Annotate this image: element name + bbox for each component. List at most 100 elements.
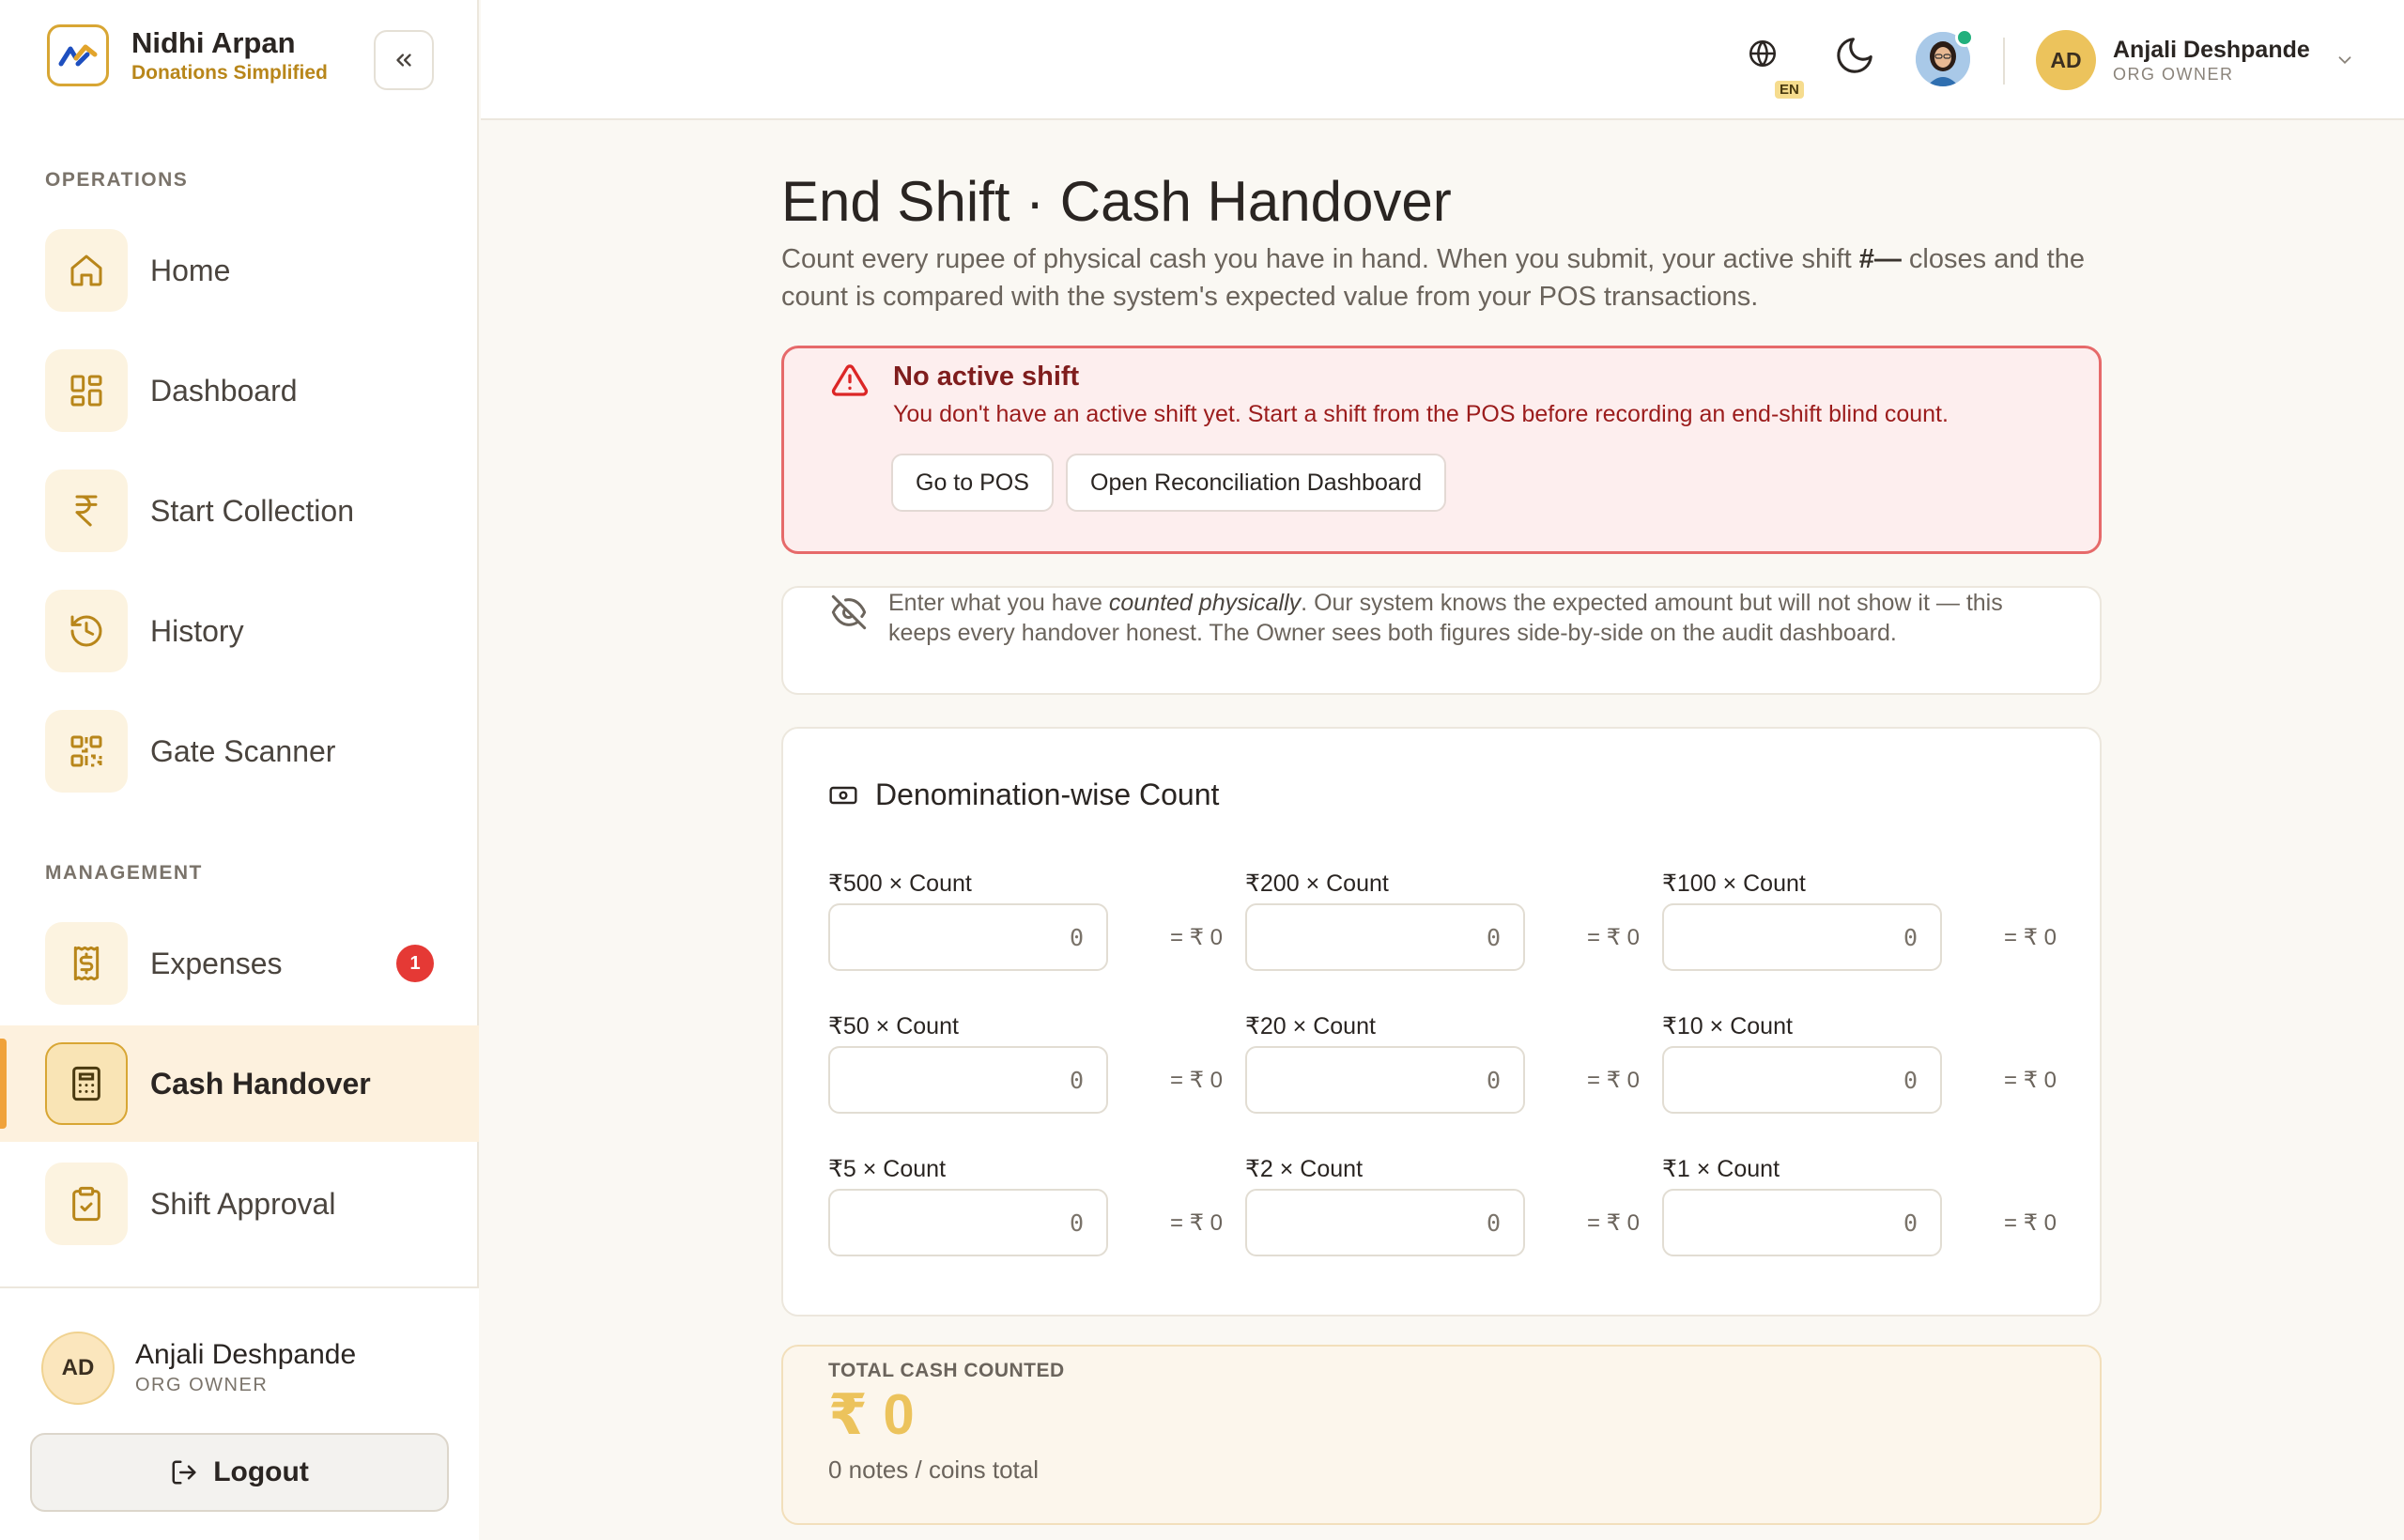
clipboard-check-icon <box>72 1186 100 1222</box>
no-active-shift-alert: No active shift You don't have an active… <box>781 346 2102 554</box>
count-input-5[interactable] <box>828 1189 1108 1256</box>
logout-label: Logout <box>213 1456 309 1487</box>
globe-icon <box>1749 39 1777 68</box>
denomination-50: ₹50 × Count = ₹ 0 <box>828 1012 1223 1125</box>
sidebar-item-gate-scanner[interactable]: Gate Scanner <box>0 693 479 809</box>
count-input-50[interactable] <box>828 1046 1108 1114</box>
brand-name: Nidhi Arpan <box>131 26 296 59</box>
footer-user[interactable]: AD Anjali Deshpande ORG OWNER <box>41 1332 356 1405</box>
note-emphasis: counted physically <box>1108 590 1302 616</box>
calculator-icon <box>72 1066 100 1101</box>
denomination-subtotal: = ₹ 0 <box>1587 925 1640 950</box>
denomination-20: ₹20 × Count = ₹ 0 <box>1245 1012 1640 1125</box>
dashboard-icon <box>70 375 102 407</box>
denomination-card: Denomination-wise Count ₹500 × Count = ₹… <box>781 727 2102 1317</box>
topbar-divider <box>2003 38 2005 85</box>
shift-number: #— <box>1858 244 1902 274</box>
total-value: ₹ 0 <box>828 1383 915 1446</box>
go-to-pos-button[interactable]: Go to POS <box>891 454 1054 512</box>
page-title: End Shift · Cash Handover <box>781 170 1452 233</box>
denomination-subtotal: = ₹ 0 <box>1170 1068 1223 1093</box>
denomination-subtotal: = ₹ 0 <box>2004 1068 2057 1093</box>
sidebar-item-label: History <box>150 613 244 648</box>
language-button[interactable] <box>1747 38 1779 69</box>
user-menu[interactable]: AD Anjali Deshpande ORG OWNER <box>2036 30 2355 90</box>
denomination-label: ₹100 × Count <box>1662 870 1806 897</box>
denomination-label: ₹20 × Count <box>1245 1013 1376 1040</box>
sidebar-item-home[interactable]: Home <box>0 212 479 329</box>
footer-user-name: Anjali Deshpande <box>135 1339 357 1370</box>
section-label-management: MANAGEMENT <box>45 862 203 884</box>
total-cash-card: TOTAL CASH COUNTED ₹ 0 0 notes / coins t… <box>781 1345 2102 1525</box>
receipt-icon <box>73 946 100 981</box>
count-input-2[interactable] <box>1245 1189 1525 1256</box>
sidebar-item-shift-approval[interactable]: Shift Approval <box>0 1146 479 1262</box>
qr-icon <box>70 735 102 767</box>
language-code: EN <box>1775 81 1804 99</box>
count-input-100[interactable] <box>1662 903 1942 971</box>
denomination-subtotal: = ₹ 0 <box>1170 1210 1223 1236</box>
banknote-icon <box>829 786 857 804</box>
alert-text: You don't have an active shift yet. Star… <box>893 401 1949 427</box>
footer-user-role: ORG OWNER <box>135 1375 269 1395</box>
denomination-label: ₹5 × Count <box>828 1156 947 1182</box>
count-input-500[interactable] <box>828 903 1108 971</box>
sidebar-item-label: Start Collection <box>150 493 354 528</box>
topbar-user-name: Anjali Deshpande <box>2113 37 2310 63</box>
denomination-100: ₹100 × Count = ₹ 0 <box>1662 870 2057 982</box>
theme-toggle-button[interactable] <box>1833 34 1876 77</box>
warning-icon <box>831 364 869 396</box>
logout-icon <box>172 1460 196 1485</box>
sidebar-item-start-collection[interactable]: Start Collection <box>0 453 479 569</box>
count-input-20[interactable] <box>1245 1046 1525 1114</box>
brand[interactable]: Nidhi Arpan Donations Simplified <box>47 24 328 86</box>
logout-button[interactable]: Logout <box>30 1433 449 1512</box>
denomination-5: ₹5 × Count = ₹ 0 <box>828 1155 1223 1268</box>
denomination-subtotal: = ₹ 0 <box>1587 1068 1640 1093</box>
subtitle-text: Count every rupee of physical cash you h… <box>781 244 1859 274</box>
avatar: AD <box>41 1332 115 1405</box>
sidebar-item-expenses[interactable]: Expenses 1 <box>0 905 479 1022</box>
sidebar-item-dashboard[interactable]: Dashboard <box>0 332 479 449</box>
denomination-1: ₹1 × Count = ₹ 0 <box>1662 1155 2057 1268</box>
eye-off-icon <box>831 594 867 630</box>
denomination-2: ₹2 × Count = ₹ 0 <box>1245 1155 1640 1268</box>
sidebar-item-cash-handover[interactable]: Cash Handover <box>0 1025 479 1142</box>
count-input-1[interactable] <box>1662 1189 1942 1256</box>
denomination-10: ₹10 × Count = ₹ 0 <box>1662 1012 2057 1125</box>
moon-icon <box>1837 38 1872 73</box>
rupee-icon <box>75 495 98 527</box>
topbar-user-role: ORG OWNER <box>2113 65 2234 84</box>
note-text-part: Enter what you have <box>888 590 1109 616</box>
avatar: AD <box>2036 30 2096 90</box>
collapse-sidebar-button[interactable] <box>374 30 434 90</box>
denomination-label: ₹2 × Count <box>1245 1156 1364 1182</box>
count-input-200[interactable] <box>1245 903 1525 971</box>
expenses-badge: 1 <box>396 945 434 982</box>
denomination-subtotal: = ₹ 0 <box>2004 925 2057 950</box>
total-label: TOTAL CASH COUNTED <box>828 1360 1065 1381</box>
brand-tagline: Donations Simplified <box>131 62 328 84</box>
sidebar-item-label: Shift Approval <box>150 1186 336 1221</box>
total-count-text: 0 notes / coins total <box>828 1455 1040 1484</box>
denomination-header: Denomination-wise Count <box>828 778 1219 812</box>
count-input-10[interactable] <box>1662 1046 1942 1114</box>
denomination-label: ₹500 × Count <box>828 870 972 897</box>
denomination-title: Denomination-wise Count <box>875 778 1220 811</box>
denomination-500: ₹500 × Count = ₹ 0 <box>828 870 1223 982</box>
page-subtitle: Count every rupee of physical cash you h… <box>781 240 2104 316</box>
denomination-label: ₹1 × Count <box>1662 1156 1780 1182</box>
chevron-down-icon <box>2338 56 2351 65</box>
denomination-subtotal: = ₹ 0 <box>2004 1210 2057 1236</box>
online-status-dot <box>1955 28 1974 47</box>
sidebar-item-label: Home <box>150 253 231 287</box>
topbar: EN AD Anjali Deshpande ORG OWNER <box>481 0 2404 120</box>
note-text: Enter what you have counted physically. … <box>888 588 2062 648</box>
denomination-label: ₹200 × Count <box>1245 870 1389 897</box>
sidebar: Nidhi Arpan Donations Simplified OPERATI… <box>0 0 479 1540</box>
sidebar-item-history[interactable]: History <box>0 573 479 689</box>
sidebar-item-label: Expenses <box>150 946 283 980</box>
sidebar-footer: AD Anjali Deshpande ORG OWNER Logout <box>0 1286 479 1540</box>
open-reconciliation-dashboard-button[interactable]: Open Reconciliation Dashboard <box>1066 454 1446 512</box>
denomination-200: ₹200 × Count = ₹ 0 <box>1245 870 1640 982</box>
